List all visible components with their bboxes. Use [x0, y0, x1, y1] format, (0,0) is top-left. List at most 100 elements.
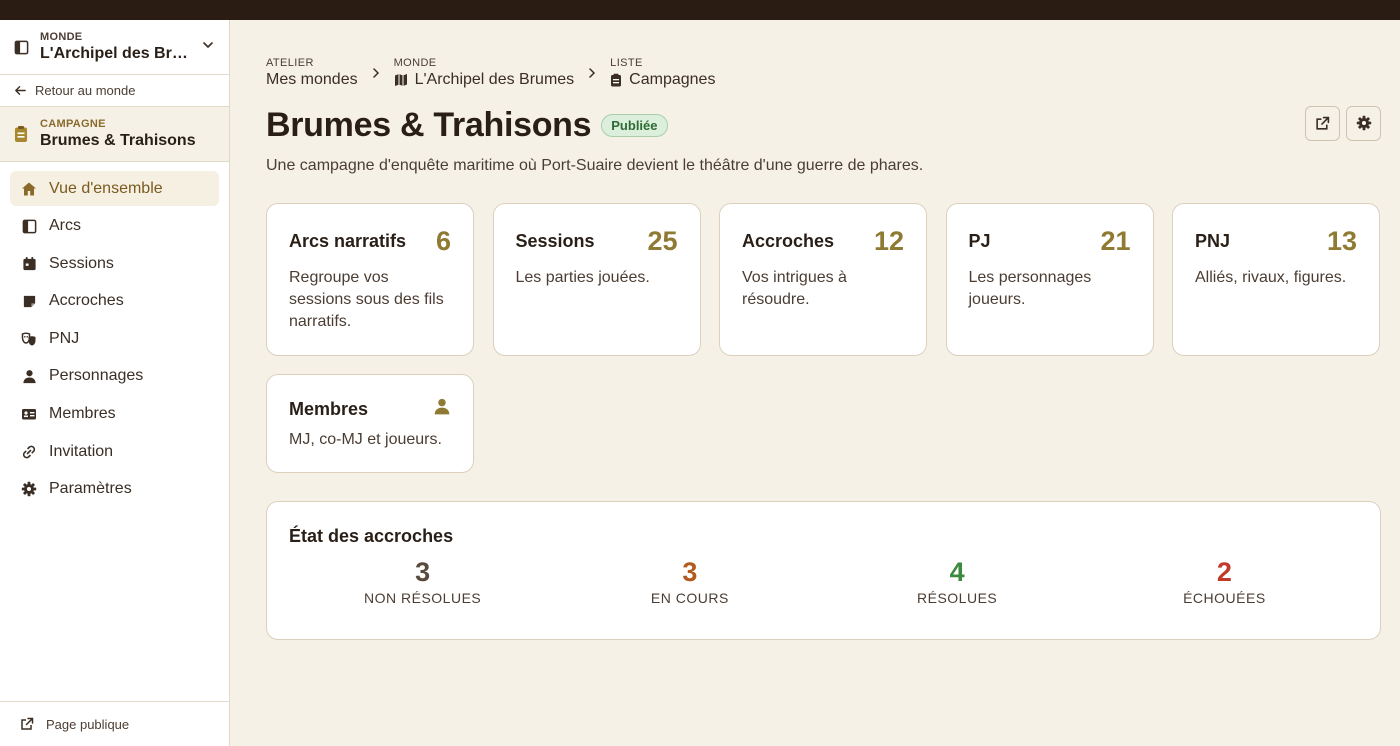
clipboard-icon	[14, 125, 28, 143]
world-label: MONDE	[40, 31, 83, 43]
stat-label: EN COURS	[650, 590, 729, 606]
card-sessions[interactable]: Sessions 25 Les parties jouées.	[492, 203, 701, 356]
card-description: Les parties jouées.	[515, 269, 650, 286]
card-title: Membres	[289, 398, 369, 419]
person-icon	[433, 397, 451, 421]
main-content: ATELIER Mes mondes MONDE L'Archipel des …	[266, 20, 1381, 640]
clipboard-icon	[611, 73, 622, 87]
breadcrumb-label: MONDE	[393, 57, 437, 69]
breadcrumb-value: L'Archipel des Brumes	[414, 71, 575, 88]
sidebar-item-label: Paramètres	[49, 480, 132, 498]
stat-resolved: 4 RÉSOLUES	[824, 557, 1091, 606]
card-description: Vos intrigues à résoudre.	[742, 269, 847, 308]
external-link-icon	[1316, 116, 1330, 130]
card-pc[interactable]: PJ 21 Les personnages joueurs.	[945, 203, 1154, 356]
status-badge: Publiée	[601, 113, 668, 137]
card-description: MJ, co-MJ et joueurs.	[289, 431, 442, 448]
card-count: 12	[873, 226, 904, 256]
stat-value: 4	[949, 557, 965, 587]
breadcrumb-world[interactable]: MONDE L'Archipel des Brumes	[394, 57, 575, 89]
external-link-icon	[21, 717, 34, 730]
sidebar-item-characters[interactable]: Personnages	[10, 359, 219, 394]
gear-icon	[20, 480, 38, 498]
chevron-right-icon	[588, 65, 596, 81]
arrow-left-icon	[15, 86, 26, 95]
card-count: 6	[435, 226, 451, 256]
sidebar-item-invitation[interactable]: Invitation	[10, 434, 219, 469]
masks-icon	[20, 330, 38, 348]
breadcrumb-value: Mes mondes	[266, 71, 358, 88]
calendar-icon	[20, 255, 38, 273]
card-description: Regroupe vos sessions sous des fils narr…	[289, 269, 444, 330]
card-description: Les personnages joueurs.	[968, 269, 1092, 308]
id-card-icon	[20, 405, 38, 423]
campaign-name: Brumes & Trahisons	[40, 132, 196, 149]
sidebar-item-label: Vue d'ensemble	[49, 179, 163, 197]
stat-value: 3	[682, 557, 698, 587]
link-icon	[20, 443, 38, 461]
sidebar-nav: Vue d'ensemble Arcs Sessions Accroches P…	[0, 162, 229, 518]
sticky-note-icon	[20, 292, 38, 310]
breadcrumb-label: ATELIER	[266, 57, 314, 69]
map-icon	[394, 74, 407, 86]
breadcrumb-value: Campagnes	[629, 71, 716, 88]
home-icon	[20, 180, 38, 198]
status-title: État des accroches	[289, 526, 454, 546]
sidebar-item-npc[interactable]: PNJ	[10, 321, 219, 356]
stat-unresolved: 3 NON RÉSOLUES	[289, 557, 556, 606]
sidebar-item-label: Invitation	[49, 442, 114, 460]
card-title: Arcs narratifs	[289, 231, 407, 251]
settings-button[interactable]	[1346, 105, 1381, 141]
stat-value: 3	[415, 557, 431, 587]
page-title: Brumes & Trahisons	[266, 105, 592, 144]
chevron-down-icon	[201, 38, 215, 57]
person-icon	[20, 367, 38, 385]
card-title: PNJ	[1195, 231, 1231, 251]
world-switcher[interactable]: MONDE L'Archipel des Brumes	[0, 20, 229, 75]
sidebar-item-label: Accroches	[49, 292, 124, 310]
sidebar-item-label: Arcs	[49, 217, 81, 235]
sidebar-item-label: Personnages	[49, 367, 144, 385]
book-icon	[20, 217, 38, 235]
card-count: 21	[1100, 226, 1131, 256]
sidebar-item-overview[interactable]: Vue d'ensemble	[10, 171, 219, 206]
stat-label: RÉSOLUES	[917, 590, 998, 606]
card-title: PJ	[968, 231, 991, 251]
sidebar-item-members[interactable]: Membres	[10, 397, 219, 432]
open-public-button[interactable]	[1305, 105, 1340, 141]
sidebar-item-arcs[interactable]: Arcs	[10, 209, 219, 244]
sidebar-item-label: Membres	[49, 405, 116, 423]
card-npc[interactable]: PNJ 13 Alliés, rivaux, figures.	[1172, 203, 1380, 356]
world-name: L'Archipel des Brumes	[40, 45, 195, 62]
stat-value: 2	[1216, 557, 1232, 587]
sidebar: MONDE L'Archipel des Brumes Retour au mo…	[0, 20, 230, 746]
back-to-world-link[interactable]: Retour au monde	[0, 75, 229, 107]
sidebar-panel-icon	[14, 39, 30, 55]
card-title: Sessions	[515, 231, 595, 251]
card-arcs[interactable]: Arcs narratifs 6 Regroupe vos sessions s…	[266, 203, 474, 356]
stat-label: ÉCHOUÉES	[1183, 590, 1266, 606]
back-link-label: Retour au monde	[35, 83, 136, 98]
status-grid: 3 NON RÉSOLUES 3 EN COURS 4 RÉSOLUES 2 É…	[289, 557, 1358, 606]
breadcrumb-list[interactable]: LISTE Campagnes	[610, 57, 715, 89]
page-subtitle: Une campagne d'enquête maritime où Port-…	[266, 157, 924, 174]
card-hooks[interactable]: Accroches 12 Vos intrigues à résoudre.	[719, 203, 927, 356]
stat-failed: 2 ÉCHOUÉES	[1091, 557, 1358, 606]
page-actions	[1305, 105, 1381, 141]
sidebar-item-label: Sessions	[49, 254, 114, 272]
hooks-status-panel: État des accroches 3 NON RÉSOLUES 3 EN C…	[266, 501, 1381, 640]
top-bar	[0, 0, 1400, 20]
stat-in-progress: 3 EN COURS	[556, 557, 823, 606]
card-description: Alliés, rivaux, figures.	[1195, 269, 1347, 286]
sidebar-item-label: PNJ	[49, 329, 80, 347]
breadcrumb-atelier[interactable]: ATELIER Mes mondes	[266, 57, 358, 89]
gear-icon	[1356, 115, 1371, 131]
breadcrumb: ATELIER Mes mondes MONDE L'Archipel des …	[266, 56, 1381, 89]
card-members[interactable]: Membres MJ, co-MJ et joueurs.	[266, 374, 474, 473]
sidebar-item-hooks[interactable]: Accroches	[10, 284, 219, 319]
breadcrumb-label: LISTE	[610, 57, 643, 69]
public-page-link[interactable]: Page publique	[0, 701, 229, 746]
card-count: 13	[1326, 226, 1357, 256]
sidebar-item-settings[interactable]: Paramètres	[10, 472, 219, 507]
sidebar-item-sessions[interactable]: Sessions	[10, 246, 219, 281]
